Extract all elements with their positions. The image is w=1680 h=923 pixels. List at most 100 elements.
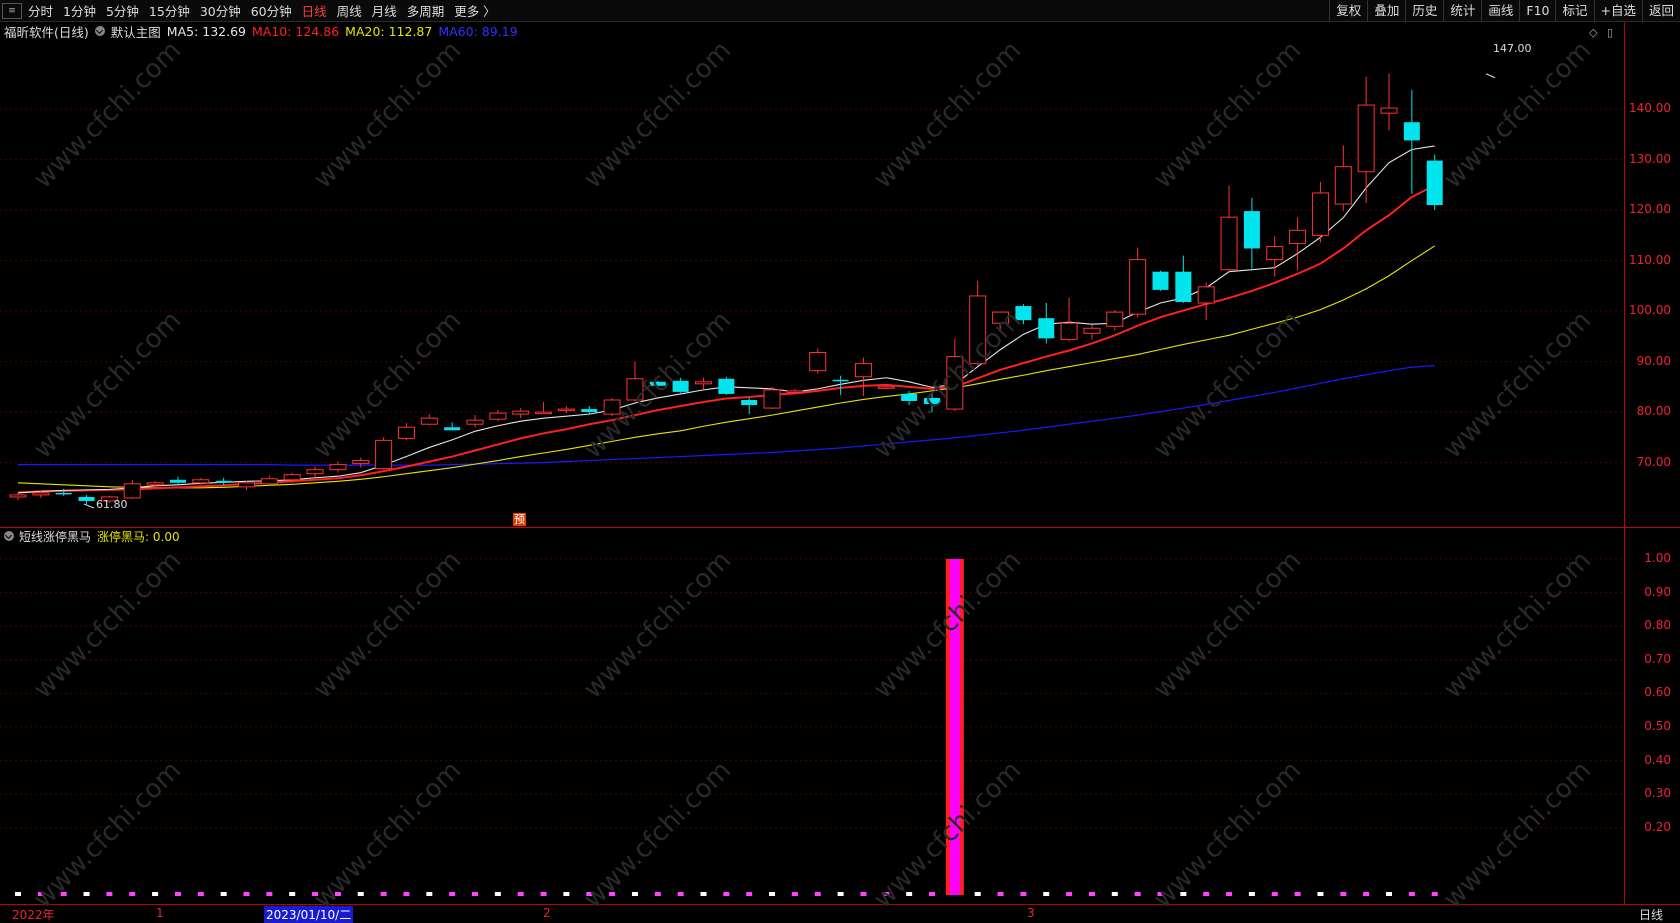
date-label-jan: 1	[156, 906, 164, 920]
indicator-marker	[1248, 892, 1255, 896]
high-leader	[1485, 73, 1496, 79]
candle-body-up	[1289, 229, 1307, 244]
candle-body-down	[718, 378, 735, 394]
indicator-marker	[586, 892, 593, 896]
indicator-marker	[746, 892, 753, 896]
candle-body-up	[1357, 104, 1375, 173]
indicator-marker	[1363, 892, 1370, 896]
indicator-marker	[860, 892, 867, 896]
candle-body-down	[672, 380, 689, 392]
indicator-marker	[243, 892, 250, 896]
indicator-axis-label: 0.90	[1644, 584, 1671, 599]
indicator-marker	[1294, 892, 1301, 896]
candle-body-down	[215, 480, 232, 483]
indicator-marker	[1066, 892, 1073, 896]
indicator-marker	[289, 892, 296, 896]
candle-body-up	[1311, 192, 1329, 236]
forecast-mark[interactable]: 预	[513, 513, 526, 526]
candle-body-up	[1266, 245, 1284, 261]
indicator-marker	[152, 892, 159, 896]
price-axis-label: 140.00	[1629, 101, 1671, 116]
price-axis-label: 100.00	[1629, 303, 1671, 318]
indicator-marker	[1431, 892, 1438, 896]
indicator-marker	[1020, 892, 1027, 896]
candle-body-down	[1038, 318, 1055, 339]
candle-body-down	[169, 479, 186, 483]
price-axis: 140.00 130.00 120.00 110.00 100.00 90.00 80.00…	[1624, 22, 1680, 527]
tool-button-8[interactable]: 返回	[1641, 0, 1680, 21]
period-label[interactable]: 日线	[1639, 906, 1663, 923]
candle-body-up	[1083, 327, 1101, 334]
indicator-marker	[334, 892, 341, 896]
low-price-label: 61.80	[96, 498, 128, 511]
indicator-marker	[449, 892, 456, 896]
candle-body-up	[375, 439, 393, 470]
candle-body-down	[649, 381, 666, 386]
indicator-marker	[814, 892, 821, 896]
candle-body-up	[146, 482, 164, 486]
candle-body-down	[901, 393, 918, 401]
candle-body-down	[444, 427, 461, 431]
candle-body-up	[535, 411, 553, 415]
indicator-marker	[1271, 892, 1278, 896]
candle-body-up	[969, 295, 987, 365]
indicator-axis-label: 0.50	[1644, 719, 1671, 733]
indicator-marker	[1408, 892, 1415, 896]
price-axis-label: 80.00	[1636, 404, 1671, 419]
indicator-marker	[1157, 892, 1164, 896]
candle-body-up	[238, 482, 255, 488]
indicator-marker	[174, 892, 181, 896]
candle-body-up	[1334, 166, 1352, 205]
indicator-marker	[197, 892, 204, 896]
candle-body-up	[557, 408, 575, 412]
indicator-marker	[563, 892, 570, 896]
price-axis-label: 110.00	[1629, 252, 1671, 267]
indicator-marker	[677, 892, 684, 896]
candle-body-up	[466, 419, 484, 425]
candle-body-up	[1220, 216, 1238, 271]
indicator-axis: 1.00 0.90 0.80 0.70 0.60 0.50 0.40 0.30 0.20	[1624, 528, 1680, 904]
candle-body-up	[1060, 322, 1078, 340]
indicator-marker	[15, 892, 21, 896]
candle-body-down	[741, 399, 758, 406]
candle-body-down	[1175, 271, 1192, 303]
candle-body-up	[946, 356, 964, 410]
indicator-marker	[791, 892, 798, 896]
indicator-marker	[974, 892, 981, 896]
indicator-marker	[129, 892, 136, 896]
indicator-marker	[906, 892, 913, 896]
candle-body-up	[32, 492, 50, 496]
date-label-cursor: 2023/01/10/二	[264, 906, 354, 923]
candle-body-up	[877, 386, 895, 389]
kline-chart[interactable]	[0, 0, 1624, 904]
indicator-marker	[37, 892, 44, 896]
candle-body-up	[260, 478, 278, 485]
indicator-marker	[517, 892, 524, 896]
candle-body-up	[763, 389, 781, 409]
date-label-mar: 3	[1027, 906, 1035, 920]
candle-body-up	[1197, 286, 1215, 304]
indicator-marker	[380, 892, 387, 896]
candle-body-down	[581, 409, 598, 413]
indicator-marker	[1386, 892, 1392, 896]
indicator-marker	[83, 892, 90, 896]
candle-body-down	[924, 397, 940, 405]
indicator-spike-core	[949, 559, 960, 895]
price-axis-label: 70.00	[1636, 454, 1671, 469]
indicator-axis-label: 0.40	[1644, 752, 1671, 767]
indicator-marker	[426, 892, 433, 896]
candle-body-up	[854, 363, 872, 378]
indicator-marker	[997, 892, 1004, 896]
indicator-marker	[220, 892, 227, 896]
price-axis-label: 120.00	[1629, 202, 1671, 217]
indicator-marker	[312, 892, 319, 896]
date-label-feb: 2	[543, 906, 551, 920]
indicator-marker	[1226, 892, 1233, 896]
indicator-marker	[631, 892, 638, 896]
indicator-marker	[769, 892, 776, 896]
price-axis-label: 130.00	[1629, 151, 1671, 166]
indicator-marker	[609, 892, 616, 896]
indicator-marker	[723, 892, 730, 896]
candle-body-down	[55, 492, 72, 495]
candle-body-up	[420, 417, 438, 425]
